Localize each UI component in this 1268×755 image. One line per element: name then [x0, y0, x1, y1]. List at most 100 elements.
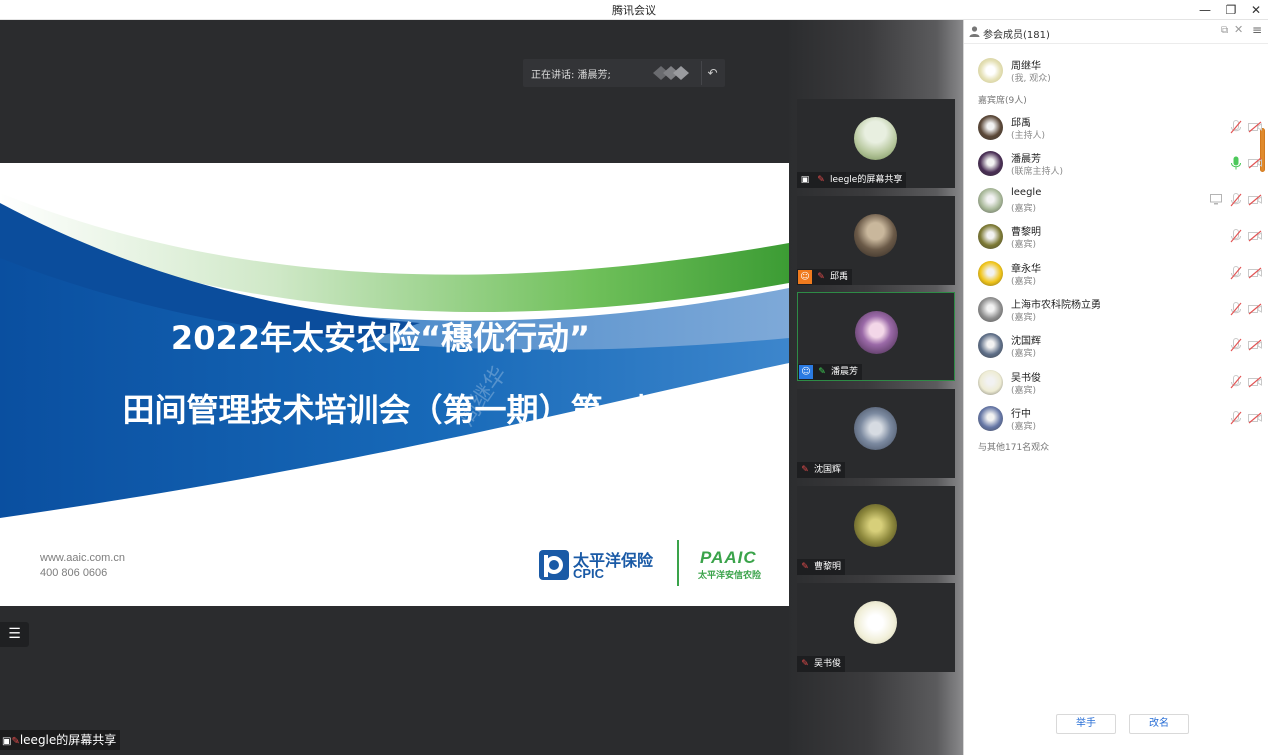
mic-muted-icon: ✎: [817, 174, 825, 185]
member-row[interactable]: 行中 (嘉宾): [964, 401, 1268, 437]
member-role: (主持人): [1011, 131, 1046, 141]
video-tile-name: 潘晨芳: [831, 367, 859, 377]
camera-off-icon: [1248, 194, 1262, 206]
host-icon: ☺: [798, 269, 812, 284]
close-button[interactable]: ✕: [1247, 1, 1265, 19]
avatar: [978, 151, 1003, 177]
video-tile[interactable]: ✎ 沈国辉: [797, 389, 955, 478]
video-tile-name: 曹黎明: [814, 562, 842, 572]
video-tile[interactable]: ✎ 吴书俊: [797, 583, 955, 672]
mic-muted-icon: ✎: [817, 271, 825, 282]
member-role: (嘉宾): [1011, 422, 1037, 433]
member-role: (嘉宾): [1011, 276, 1037, 287]
camera-off-icon: [1248, 121, 1262, 133]
minimize-button[interactable]: —: [1196, 1, 1214, 19]
avatar: [978, 297, 1003, 322]
member-name: 沈国辉: [1011, 336, 1041, 348]
slide-date: 2022年4月30日: [315, 464, 474, 488]
camera-off-icon: [1248, 412, 1262, 424]
avatar: [854, 117, 897, 160]
close-panel-icon[interactable]: ✕: [1234, 23, 1243, 36]
speaking-label: 正在讲话: 潘晨芳;: [531, 70, 611, 81]
member-role: (嘉宾): [1011, 349, 1037, 360]
member-row[interactable]: 吴书俊 (嘉宾): [964, 365, 1268, 401]
mic-muted-icon: ✎: [801, 464, 809, 475]
member-name: 章永华: [1011, 263, 1041, 275]
slide-website: www.aaic.com.cn: [40, 552, 125, 564]
avatar: [978, 187, 1003, 213]
member-name: 潘晨芳: [1011, 154, 1041, 166]
screen-share-label: ▣✎leegle的屏幕共享: [0, 730, 121, 750]
avatar: [978, 58, 1003, 83]
popout-icon[interactable]: ⧉: [1221, 25, 1228, 36]
panel-menu-icon[interactable]: ≡: [1252, 23, 1262, 37]
mic-active-icon: ✎: [818, 366, 826, 377]
speaker-avatars-icon: [653, 66, 689, 80]
member-row[interactable]: 沈国辉 (嘉宾): [964, 328, 1268, 364]
mic-muted-icon: ✎: [11, 736, 20, 747]
video-tile-name: 邱禹: [830, 272, 849, 282]
avatar: [978, 115, 1003, 140]
member-name: 上海市农科院杨立勇: [1011, 300, 1101, 311]
mic-muted-icon: [1230, 229, 1242, 243]
member-row[interactable]: 邱禹 (主持人): [964, 110, 1268, 146]
mic-muted-icon: [1230, 374, 1242, 389]
other-viewers-count[interactable]: 与其他171名观众: [978, 440, 1049, 453]
avatar: [978, 333, 1003, 359]
video-tile-label: ☺ ✎ 潘晨芳: [798, 364, 863, 380]
collapse-icon[interactable]: ↶: [701, 61, 723, 85]
member-row[interactable]: 曹黎明 (嘉宾): [964, 219, 1268, 255]
mic-muted-icon: [1230, 411, 1242, 425]
member-row[interactable]: 上海市农科院杨立勇 (嘉宾): [964, 292, 1268, 328]
speaking-indicator: 正在讲话: 潘晨芳; ↶: [523, 59, 725, 87]
video-tile-name: 沈国辉: [814, 465, 842, 475]
members-panel: 参会成员(181) ⧉ ✕ ≡ 周继华 (我, 观众) 嘉宾席(9人) 与其他1…: [963, 20, 1268, 755]
camera-off-icon: [1248, 303, 1262, 315]
camera-off-icon: [1248, 339, 1262, 351]
list-icon[interactable]: ☰: [0, 622, 29, 647]
video-tile-label: ✎ 沈国辉: [797, 462, 846, 478]
mic-muted-icon: ✎: [801, 658, 809, 669]
video-tile-active[interactable]: ☺ ✎ 潘晨芳: [797, 292, 955, 381]
member-row[interactable]: leegle (嘉宾): [964, 183, 1268, 219]
member-role: (嘉宾): [1011, 240, 1037, 251]
video-tile-label: ☺ ✎ 邱禹: [797, 269, 853, 285]
video-tile[interactable]: ☺ ✎ 邱禹: [797, 196, 955, 285]
member-role: (我, 观众): [1011, 74, 1051, 84]
member-row[interactable]: 章永华 (嘉宾): [964, 256, 1268, 292]
presentation-slide: 2022年太安农险“穗优行动” 田间管理技术培训会（第一期）第一场 2022年4…: [0, 163, 789, 606]
video-tile-column: ▣ ✎ leegle的屏幕共享 ☺ ✎ 邱禹 ☺ ✎ 潘晨芳 ✎ 沈国辉 ✎ 曹黎明 ✎ 吴书俊: [789, 20, 963, 755]
camera-off-icon: [1248, 230, 1262, 242]
slide-phone: 400 806 0606: [40, 567, 108, 579]
members-count-title: 参会成员(181): [983, 30, 1050, 41]
video-tile[interactable]: ▣ ✎ leegle的屏幕共享: [797, 99, 955, 188]
raise-hand-button[interactable]: 举手: [1056, 714, 1116, 734]
slide-title-line2: 田间管理技术培训会（第一期）第一场: [122, 391, 667, 429]
avatar: [854, 601, 897, 644]
member-self[interactable]: 周继华 (我, 观众): [964, 53, 1268, 89]
screen-share-icon: [1210, 193, 1222, 205]
member-name: 行中: [1011, 409, 1031, 421]
video-tile-label: ✎ 曹黎明: [797, 559, 846, 575]
window-title: 腾讯会议: [612, 4, 656, 17]
maximize-button[interactable]: ❐: [1222, 1, 1240, 19]
avatar: [978, 260, 1003, 286]
avatar: [978, 369, 1003, 395]
member-name: 曹黎明: [1011, 227, 1041, 239]
avatar: [978, 224, 1003, 250]
avatar: [854, 407, 897, 450]
member-name: 吴书俊: [1011, 372, 1041, 384]
rename-button[interactable]: 改名: [1129, 714, 1189, 734]
paaic-name-cn: 太平洋安信农险: [698, 571, 762, 581]
slide-title-line1: 2022年太安农险“穗优行动”: [170, 319, 591, 357]
mic-muted-icon: [1230, 120, 1242, 134]
video-tile-label: ▣ ✎ leegle的屏幕共享: [797, 172, 907, 188]
avatar: [854, 214, 897, 257]
logo-divider: [677, 540, 679, 586]
member-row[interactable]: 潘晨芳 (联席主持人): [964, 146, 1268, 182]
video-tile-label: ✎ 吴书俊: [797, 656, 846, 672]
video-tile[interactable]: ✎ 曹黎明: [797, 486, 955, 575]
avatar: [854, 504, 897, 547]
avatar: [855, 311, 898, 354]
mic-muted-icon: [1230, 192, 1242, 207]
